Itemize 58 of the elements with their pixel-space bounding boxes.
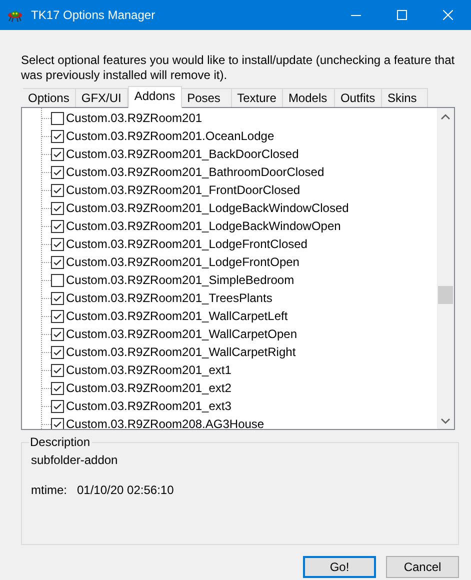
scroll-up-icon[interactable]: [441, 114, 450, 120]
tree-item-label[interactable]: Custom.03.R9ZRoom201_WallCarpetRight: [66, 345, 296, 359]
checkbox[interactable]: [51, 292, 64, 304]
close-icon[interactable]: [443, 10, 453, 20]
checkbox[interactable]: [51, 148, 64, 160]
scroll-down-icon[interactable]: [441, 418, 450, 424]
group-legend: Description: [29, 435, 92, 449]
tree-item-label[interactable]: Custom.03.R9ZRoom201: [66, 111, 202, 125]
scrollbar[interactable]: [437, 108, 454, 429]
tree-item-label[interactable]: Custom.03.R9ZRoom201_WallCarpetOpen: [66, 327, 297, 341]
checkbox[interactable]: [51, 256, 64, 268]
checkbox[interactable]: [51, 400, 64, 412]
tree-item-label[interactable]: Custom.03.R9ZRoom201_BackDoorClosed: [66, 147, 299, 161]
checkbox[interactable]: [51, 184, 64, 196]
dialog-button[interactable]: Go!: [303, 556, 376, 578]
window-title: TK17 Options Manager: [31, 8, 156, 22]
tree-item-label[interactable]: Custom.03.R9ZRoom201_LodgeFrontClosed: [66, 237, 308, 251]
tab[interactable]: Options: [23, 88, 76, 107]
tab[interactable]: Models: [283, 88, 336, 107]
tab[interactable]: Poses: [182, 88, 232, 107]
scroll-thumb[interactable]: [438, 286, 453, 304]
checkbox[interactable]: [51, 166, 64, 178]
tree-item-label[interactable]: Custom.03.R9ZRoom201_WallCarpetLeft: [66, 309, 288, 323]
tab[interactable]: Outfits: [335, 88, 382, 107]
maximize-icon[interactable]: [397, 10, 407, 20]
tree-item-label[interactable]: Custom.03.R9ZRoom201_ext1: [66, 363, 232, 377]
dialog-button[interactable]: Cancel: [386, 556, 459, 578]
checkbox[interactable]: [51, 418, 64, 429]
checkbox[interactable]: [51, 220, 64, 232]
tab[interactable]: Texture: [232, 88, 284, 107]
tree-item-label[interactable]: Custom.03.R9ZRoom201_BathroomDoorClosed: [66, 165, 324, 179]
checkbox[interactable]: [51, 328, 64, 340]
tree-item-label[interactable]: Custom.03.R9ZRoom201_ext2: [66, 381, 232, 395]
tab[interactable]: GFX/UI: [76, 88, 128, 107]
tab[interactable]: Addons: [128, 86, 182, 108]
tree-item-label[interactable]: Custom.03.R9ZRoom201_LodgeFrontOpen: [66, 255, 300, 269]
tab[interactable]: Skins: [382, 88, 428, 107]
checkbox[interactable]: [51, 112, 64, 124]
checkbox[interactable]: [51, 274, 64, 286]
tree-item-label[interactable]: Custom.03.R9ZRoom201_FrontDoorClosed: [66, 183, 300, 197]
tree-item-label[interactable]: Custom.03.R9ZRoom201_TreesPlants: [66, 291, 272, 305]
checkbox[interactable]: [51, 382, 64, 394]
checkbox[interactable]: [51, 346, 64, 358]
tree-item-label[interactable]: Custom.03.R9ZRoom201_LodgeBackWindowClosed: [66, 201, 349, 215]
instructions-text: Select optional features you would like to install/update (unchecking a feature that was previously installed will remove it).: [21, 53, 456, 83]
description-text: subfolder-addon: [31, 453, 118, 468]
mtime-label: mtime:: [31, 483, 67, 498]
checkbox[interactable]: [51, 364, 64, 376]
tree-item-label[interactable]: Custom.03.R9ZRoom201_LodgeBackWindowOpen: [66, 219, 341, 233]
checkbox[interactable]: [51, 238, 64, 250]
checkbox[interactable]: [51, 310, 64, 322]
mtime-value: 01/10/20 02:56:10: [77, 483, 174, 498]
tree-item-label[interactable]: Custom.03.R9ZRoom201_ext3: [66, 399, 232, 413]
checkbox[interactable]: [51, 202, 64, 214]
tree-item-label[interactable]: Custom.03.R9ZRoom201.OceanLodge: [66, 129, 274, 143]
tree-item-label[interactable]: Custom.03.R9ZRoom208.AG3House: [66, 417, 264, 429]
tree-item-label[interactable]: Custom.03.R9ZRoom201_SimpleBedroom: [66, 273, 294, 287]
checkbox[interactable]: [51, 130, 64, 142]
